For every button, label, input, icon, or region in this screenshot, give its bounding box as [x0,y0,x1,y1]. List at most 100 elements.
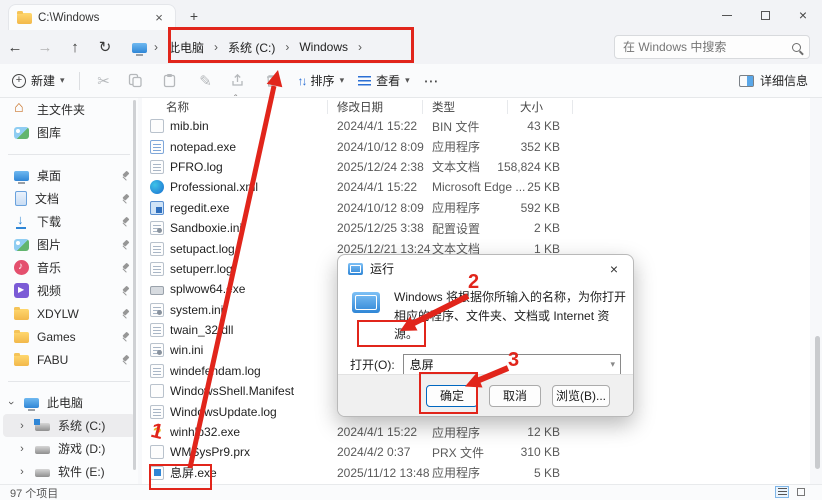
new-button[interactable]: + 新建 ▾ [12,72,65,89]
rename-icon[interactable]: ✎ [196,72,216,90]
open-input[interactable] [404,358,611,372]
close-button[interactable]: × [784,0,822,30]
chevron-right-icon[interactable]: › [209,40,223,54]
sidebar-item-label: 音乐 [37,259,112,276]
column-date[interactable]: 修改日期 [337,99,383,115]
table-row[interactable]: notepad.exe2024/10/12 8:09应用程序352 KB [142,136,810,156]
sidebar-item-drive-e[interactable]: ›软件 (E:) [0,460,138,483]
run-dialog-titlebar[interactable]: 运行 × [338,255,633,282]
file-name: WindowsShell.Manifest [170,384,294,398]
sidebar-scrollbar[interactable] [133,100,136,470]
sidebar-item-drive-c[interactable]: ›系统 (C:) [3,414,135,437]
sort-button[interactable]: ↑↓ 排序 ▾ [298,72,345,89]
table-row-xiping[interactable]: 息屏.exe2025/11/12 13:48应用程序5 KB [142,463,810,483]
scrollbar[interactable] [815,100,820,480]
sidebar-item-games[interactable]: Games [0,325,138,348]
file-icon [150,466,164,480]
file-name: Sandboxie.ini [170,221,242,235]
column-size[interactable]: 大小 [520,99,543,115]
table-row[interactable]: Sandboxie.ini2025/12/25 3:38配置设置2 KB [142,218,810,238]
sidebar-item-pictures[interactable]: 图片 [0,233,138,256]
column-divider[interactable] [422,100,423,114]
tab-cwindows[interactable]: C:\Windows × [8,4,176,30]
search-input[interactable] [623,40,792,54]
file-size: 25 KB [472,180,560,194]
sidebar-item-music[interactable]: 音乐 [0,256,138,279]
chevron-down-icon[interactable]: ▾ [610,359,620,370]
share-icon[interactable] [230,73,250,88]
sidebar-item-documents[interactable]: 文档 [0,187,138,210]
more-button[interactable]: ⋯ [424,72,440,90]
table-row[interactable]: winhlp32.exe2024/4/1 15:22应用程序12 KB [142,422,810,442]
pin-icon [120,308,130,319]
table-row[interactable]: regedit.exe2024/10/12 8:09应用程序592 KB [142,198,810,218]
search-box[interactable] [614,35,810,59]
open-combobox[interactable]: ▾ [403,354,621,376]
breadcrumb-drive-c[interactable]: 系统 (C:) [225,38,278,57]
details-view-button[interactable] [775,486,789,498]
new-tab-button[interactable]: + [184,6,204,26]
table-row[interactable]: mib.bin2024/4/1 15:22BIN 文件43 KB [142,116,810,136]
scrollbar-thumb[interactable] [815,336,820,469]
paste-icon[interactable] [162,73,182,88]
forward-button[interactable]: → [30,39,60,56]
sidebar-item-desktop[interactable]: 桌面 [0,164,138,187]
delete-icon[interactable] [264,73,284,88]
chevron-right-icon[interactable]: › [353,40,367,54]
file-icon [150,201,164,215]
chevron-collapsed-icon[interactable]: › [17,443,27,455]
sidebar-item-drive-d[interactable]: ›游戏 (D:) [0,437,138,460]
file-name: winhlp32.exe [170,425,240,439]
breadcrumb-windows[interactable]: Windows [296,39,351,55]
sidebar-item-label: 此电脑 [47,394,130,411]
file-name: WindowsUpdate.log [170,405,277,419]
chevron-expanded-icon[interactable]: › [5,398,17,408]
ok-button[interactable]: 确定 [426,385,478,407]
back-button[interactable]: ← [0,39,30,56]
sidebar-item-this-pc[interactable]: › 此电脑 [0,391,138,414]
large-icons-view-button[interactable] [794,486,808,498]
column-divider[interactable] [327,100,328,114]
file-icon [150,262,164,276]
pin-icon [120,170,130,181]
cut-icon[interactable]: ✂ [94,72,114,90]
dialog-close-button[interactable]: × [605,261,623,277]
table-row[interactable]: WMSysPr9.prx2024/4/2 0:37PRX 文件310 KB [142,442,810,462]
sidebar-item-gallery[interactable]: 图库 [0,121,138,144]
sidebar-item-xdylw[interactable]: XDYLW [0,302,138,325]
file-icon [150,160,164,174]
divider [79,72,80,90]
tab-close-icon[interactable]: × [151,10,167,25]
view-button[interactable]: 查看 ▾ [358,72,410,89]
table-row[interactable]: Professional.xml2024/4/1 15:22Microsoft … [142,177,810,197]
sidebar-item-fabu[interactable]: FABU [0,348,138,371]
maximize-button[interactable] [746,0,784,30]
browse-button[interactable]: 浏览(B)... [552,385,610,407]
home-icon [14,102,29,117]
refresh-button[interactable]: ↻ [90,38,120,56]
minimize-button[interactable] [708,0,746,30]
table-row[interactable]: PFRO.log2025/12/24 2:38文本文档158,824 KB [142,157,810,177]
file-name: 息屏.exe [170,464,217,481]
sidebar-item-label: 桌面 [37,167,112,184]
cancel-button[interactable]: 取消 [489,385,541,407]
copy-icon[interactable] [128,73,148,88]
pin-icon [120,193,130,204]
sidebar-item-home[interactable]: 主文件夹 [0,98,138,121]
column-name[interactable]: 名称 [166,99,189,115]
breadcrumb-this-pc[interactable]: 此电脑 [165,38,207,57]
details-toggle[interactable]: 详细信息 [739,72,808,89]
sidebar-item-downloads[interactable]: 下载 [0,210,138,233]
column-divider[interactable] [507,100,508,114]
file-name: win.ini [170,343,203,357]
tab-bar: C:\Windows × + × [0,0,822,30]
file-date: 2024/10/12 8:09 [337,201,424,215]
column-divider[interactable] [572,100,573,114]
chevron-collapsed-icon[interactable]: › [17,420,27,432]
thumbnail-view-icon [797,488,805,496]
sidebar-item-videos[interactable]: 视频 [0,279,138,302]
up-button[interactable]: ↑ [60,39,90,56]
column-type[interactable]: 类型 [432,99,455,115]
chevron-collapsed-icon[interactable]: › [17,466,27,478]
chevron-right-icon[interactable]: › [280,40,294,54]
